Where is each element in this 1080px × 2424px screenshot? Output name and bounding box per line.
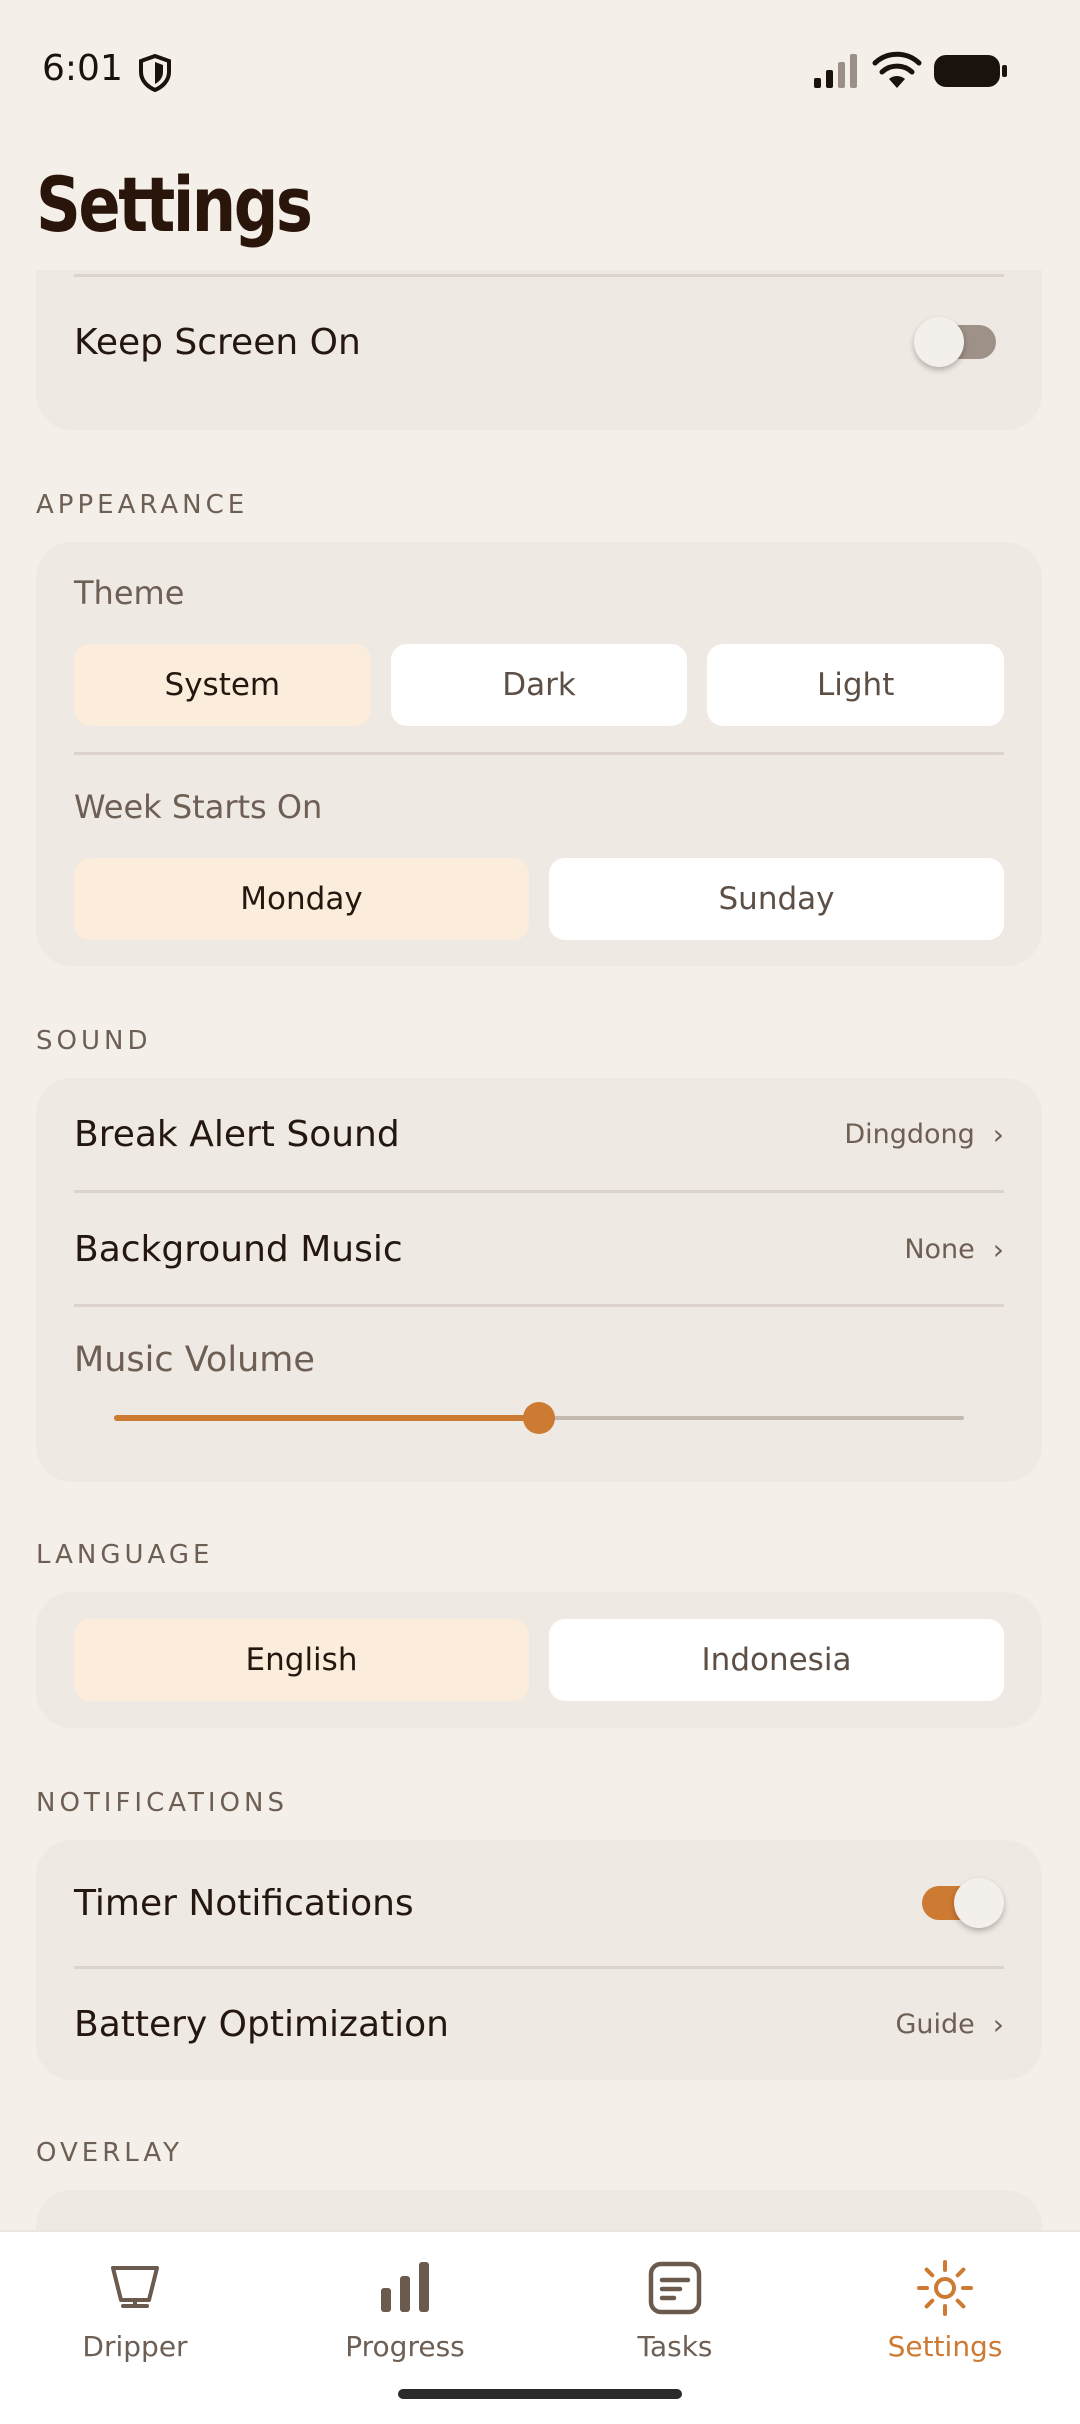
- keep-screen-on-row[interactable]: Keep Screen On: [74, 292, 1004, 392]
- battery-optimization-row[interactable]: Battery Optimization Guide ›: [74, 1968, 1004, 2080]
- theme-option-system[interactable]: System: [74, 644, 371, 726]
- appearance-card: Theme System Dark Light Week Starts On M…: [36, 542, 1042, 966]
- keep-screen-on-toggle[interactable]: [914, 317, 1004, 367]
- music-volume-slider[interactable]: [114, 1398, 964, 1438]
- signal-icon: [814, 54, 857, 88]
- bar-chart-icon: [381, 2262, 429, 2312]
- chevron-right-icon: ›: [992, 2007, 1004, 2041]
- background-music-value: None: [904, 1233, 975, 1265]
- overlay-card: [36, 2190, 1042, 2230]
- language-option-english[interactable]: English: [74, 1619, 529, 1701]
- divider: [74, 752, 1004, 755]
- language-selector: English Indonesia: [74, 1619, 1004, 1701]
- timer-notifications-row[interactable]: Timer Notifications: [74, 1840, 1004, 1966]
- sound-card: Break Alert Sound Dingdong › Background …: [36, 1078, 1042, 1482]
- theme-selector: System Dark Light: [74, 644, 1005, 726]
- nav-label-settings: Settings: [887, 2330, 1003, 2363]
- theme-option-dark[interactable]: Dark: [390, 644, 688, 726]
- music-volume-label: Music Volume: [74, 1340, 315, 1380]
- week-start-selector: Monday Sunday: [74, 858, 1004, 940]
- background-music-label: Background Music: [74, 1228, 403, 1270]
- timer-notifications-label: Timer Notifications: [74, 1882, 414, 1924]
- wifi-icon: [872, 51, 922, 88]
- battery-optimization-label: Battery Optimization: [74, 2003, 449, 2045]
- week-option-monday[interactable]: Monday: [74, 858, 529, 940]
- home-indicator: [398, 2389, 682, 2399]
- break-alert-value: Dingdong: [844, 1118, 975, 1150]
- chevron-right-icon: ›: [992, 1117, 1004, 1151]
- break-alert-label: Break Alert Sound: [74, 1113, 400, 1155]
- theme-label: Theme: [74, 574, 185, 612]
- chevron-right-icon: ›: [992, 1232, 1004, 1266]
- page-title: Settings: [36, 160, 313, 249]
- nav-item-dripper[interactable]: Dripper: [0, 2232, 270, 2424]
- language-option-indonesia[interactable]: Indonesia: [549, 1619, 1004, 1701]
- section-overlay: OVERLAY: [36, 2138, 184, 2168]
- battery-icon: [934, 55, 1007, 87]
- week-starts-label: Week Starts On: [74, 788, 323, 826]
- section-language: LANGUAGE: [36, 1540, 214, 1570]
- section-notifications: NOTIFICATIONS: [36, 1788, 288, 1818]
- dripper-icon: [111, 2266, 159, 2308]
- tasks-icon: [648, 2261, 702, 2315]
- shield-icon: [139, 54, 171, 92]
- section-sound: SOUND: [36, 1026, 152, 1056]
- week-option-sunday[interactable]: Sunday: [549, 858, 1004, 940]
- nav-item-settings[interactable]: Settings: [810, 2232, 1080, 2424]
- notifications-card: Timer Notifications Battery Optimization…: [36, 1840, 1042, 2080]
- timer-notifications-toggle[interactable]: [914, 1878, 1004, 1928]
- divider: [74, 274, 1004, 277]
- nav-label-dripper: Dripper: [82, 2330, 188, 2363]
- divider: [74, 1304, 1004, 1307]
- language-card: English Indonesia: [36, 1592, 1042, 1728]
- theme-option-light[interactable]: Light: [707, 644, 1005, 726]
- settings-scroll[interactable]: Keep Screen On APPEARANCE Theme System D…: [0, 270, 1080, 2230]
- keep-screen-on-label: Keep Screen On: [74, 321, 361, 363]
- gear-icon: [917, 2260, 973, 2316]
- slider-thumb[interactable]: [523, 1402, 555, 1434]
- battery-optimization-value: Guide: [895, 2008, 975, 2040]
- nav-label-tasks: Tasks: [637, 2330, 713, 2363]
- background-music-row[interactable]: Background Music None ›: [74, 1193, 1004, 1305]
- status-time: 6:01: [42, 48, 123, 89]
- break-alert-row[interactable]: Break Alert Sound Dingdong ›: [74, 1078, 1004, 1190]
- section-appearance: APPEARANCE: [36, 490, 249, 520]
- general-card: Keep Screen On: [36, 270, 1042, 430]
- nav-label-progress: Progress: [345, 2330, 465, 2363]
- status-bar: 6:01: [0, 0, 1080, 140]
